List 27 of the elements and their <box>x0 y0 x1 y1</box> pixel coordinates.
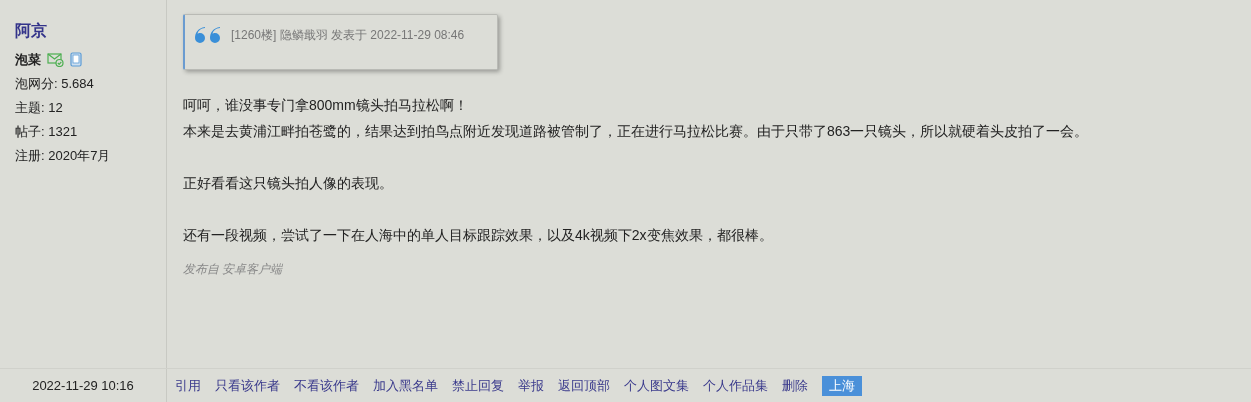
post-text: 还有一段视频，尝试了一下在人海中的单人目标跟踪效果，以及4k视频下2x变焦效果，都很棒。 <box>183 226 774 245</box>
action-link[interactable]: 返回顶部 <box>558 375 610 396</box>
user-stat: 泡网分: 5.684 <box>15 74 95 93</box>
post-text: 本来是去黄浦江畔拍苍鹭的，结果达到拍鸟点附近发现道路被管制了，正在进行马拉松比赛。由于只带了863一只镜头，所以就硬着头皮拍了一会。 <box>183 122 1090 141</box>
user-stat: 主题: 12 <box>15 98 64 117</box>
post-text: 正好看看这只镜头拍人像的表现。 <box>183 174 394 193</box>
post-source: 发布自 安卓客户端 <box>183 262 283 276</box>
action-link[interactable]: 个人作品集 <box>703 375 768 396</box>
post-text: 呵呵，谁没事专门拿800mm镜头拍马拉松啊！ <box>183 96 469 115</box>
action-link[interactable]: 加入黑名单 <box>373 375 438 396</box>
action-link[interactable]: 个人图文集 <box>624 375 689 396</box>
quote-meta: [1260楼] 隐鳞戢羽 发表于 2022-11-29 08:46 <box>231 27 465 44</box>
post-time: 2022-11-29 10:16 <box>32 376 134 395</box>
action-link[interactable]: 只看该作者 <box>215 375 280 396</box>
phone-icon <box>70 52 82 68</box>
quote-mark-icon <box>193 25 223 45</box>
user-rank: 泡菜 <box>15 51 41 69</box>
author-name[interactable]: 阿京 <box>15 20 151 42</box>
verified-mail-icon <box>47 52 64 67</box>
action-link[interactable]: 不看该作者 <box>294 375 359 396</box>
action-link[interactable]: 举报 <box>518 375 544 396</box>
action-link[interactable]: 引用 <box>175 375 201 396</box>
location-badge: 上海 <box>822 375 862 396</box>
user-stat: 帖子: 1321 <box>15 122 79 141</box>
action-link[interactable]: 删除 <box>782 375 808 396</box>
user-stat: 注册: 2020年7月 <box>15 146 112 165</box>
action-link[interactable]: 禁止回复 <box>452 375 504 396</box>
